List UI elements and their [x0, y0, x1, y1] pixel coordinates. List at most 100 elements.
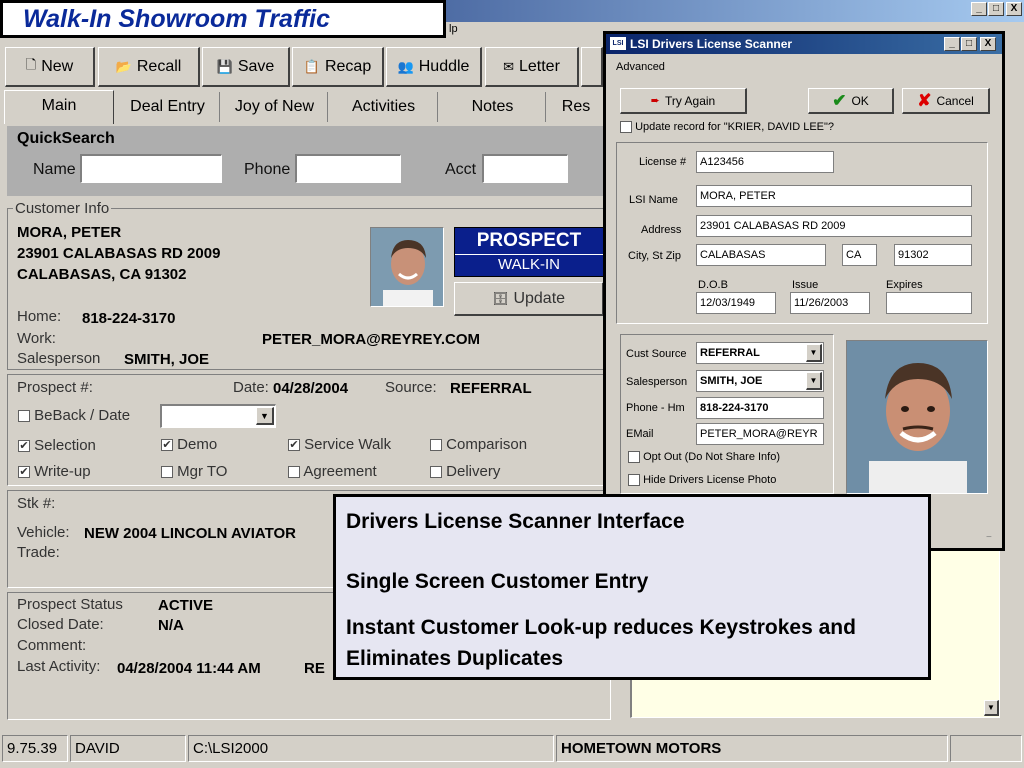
dropdown-arrow-icon[interactable]: ▼	[256, 407, 274, 425]
maximize-button[interactable]: □	[988, 2, 1004, 16]
tab-main[interactable]: Main	[4, 90, 114, 124]
check-agreement[interactable]: Agreement	[288, 463, 377, 480]
dialog-phone-label: Phone - Hm	[626, 402, 685, 414]
cancel-button[interactable]: ✘ Cancel	[902, 88, 990, 114]
beback-checkbox[interactable]: BeBack / Date	[18, 407, 130, 424]
hide-photo-checkbox[interactable]: Hide Drivers License Photo	[628, 474, 776, 487]
letter-button[interactable]: ✉ Letter	[485, 47, 579, 87]
closed-date-label: Closed Date:	[17, 616, 104, 633]
prospect-status-value: ACTIVE	[158, 597, 214, 614]
state-input[interactable]: CA	[842, 244, 877, 266]
tab-notes[interactable]: Notes	[440, 92, 546, 122]
issue-label: Issue	[792, 279, 819, 291]
recap-button[interactable]: 📋 Recap	[292, 47, 384, 87]
ok-button[interactable]: ✔ OK	[808, 88, 894, 114]
resize-grip-icon[interactable]: −	[986, 532, 1000, 546]
feature-callout: Drivers License Scanner Interface Single…	[333, 494, 931, 680]
callout-line-1: Drivers License Scanner Interface	[346, 510, 685, 533]
salesperson-label: Salesperson	[17, 350, 101, 367]
try-again-button[interactable]: ➨ Try Again	[620, 88, 747, 114]
date-label: Date:	[233, 379, 269, 396]
tab-joy-of-new[interactable]: Joy of New	[222, 92, 328, 122]
dialog-email-label: EMail	[626, 428, 654, 440]
dob-input[interactable]: 12/03/1949	[696, 292, 776, 314]
dialog-email-input[interactable]: PETER_MORA@REYR	[696, 423, 824, 445]
city-input[interactable]: CALABASAS	[696, 244, 826, 266]
stk-label: Stk #:	[17, 495, 56, 512]
customer-address2: CALABASAS, CA 91302	[17, 266, 187, 283]
acct-label: Acct	[445, 161, 477, 178]
tab-deal-entry[interactable]: Deal Entry	[116, 92, 220, 122]
dialog-phone-input[interactable]: 818-224-3170	[696, 397, 824, 419]
cust-source-label: Cust Source	[626, 348, 687, 360]
dob-label: D.O.B	[698, 279, 728, 291]
dialog-maximize-button[interactable]: □	[961, 37, 977, 51]
acct-input[interactable]	[482, 154, 568, 183]
dialog-minimize-button[interactable]: _	[944, 37, 960, 51]
dialog-close-button[interactable]: X	[980, 37, 996, 51]
check-comparison[interactable]: Comparison	[430, 436, 527, 453]
huddle-button[interactable]: 👥 Huddle	[386, 47, 482, 87]
name-input[interactable]	[80, 154, 222, 183]
customer-info-legend: Customer Info	[13, 200, 112, 217]
prospect-number-label: Prospect #:	[17, 379, 93, 396]
dialog-menu-advanced[interactable]: Advanced	[616, 61, 665, 73]
check-write-up[interactable]: ✔ Write-up	[18, 463, 91, 480]
check-service-walk[interactable]: ✔ Service Walk	[288, 436, 391, 453]
try-again-icon: ➨	[650, 95, 660, 107]
dropdown-arrow-icon[interactable]: ▼	[806, 344, 822, 362]
cust-source-select[interactable]: REFERRAL ▼	[696, 342, 824, 364]
update-icon: 🗄	[491, 290, 509, 306]
lsi-name-input[interactable]: MORA, PETER	[696, 185, 972, 207]
check-selection[interactable]: ✔ Selection	[18, 437, 96, 454]
last-activity-label: Last Activity:	[17, 658, 101, 675]
update-button[interactable]: 🗄 Update	[454, 282, 604, 316]
tab-res[interactable]: Res	[548, 92, 604, 122]
slide-title: Walk-In Showroom Traffic	[0, 0, 446, 38]
status-user: DAVID	[70, 735, 186, 762]
zip-input[interactable]: 91302	[894, 244, 972, 266]
check-mgr-to[interactable]: Mgr TO	[161, 463, 227, 480]
license-scanner-dialog: LSI Drivers License Scanner LSI _ □ X Ad…	[603, 31, 1005, 551]
closed-date-value: N/A	[158, 617, 184, 634]
customer-name: MORA, PETER	[17, 224, 122, 241]
issue-input[interactable]: 11/26/2003	[790, 292, 870, 314]
work-label: Work:	[17, 330, 56, 347]
minimize-button[interactable]: _	[971, 2, 987, 16]
new-document-icon: 🗋	[25, 56, 37, 72]
check-demo[interactable]: ✔ Demo	[161, 436, 217, 453]
status-version: 9.75.39	[2, 735, 68, 762]
opt-out-checkbox[interactable]: Opt Out (Do Not Share Info)	[628, 451, 780, 464]
beback-date-select[interactable]: ▼	[160, 404, 276, 428]
dialog-salesperson-select[interactable]: SMITH, JOE ▼	[696, 370, 824, 392]
expires-input[interactable]	[886, 292, 972, 314]
phone-input[interactable]	[295, 154, 401, 183]
scroll-down-arrow-icon[interactable]: ▼	[984, 700, 999, 716]
menu-item-help-fragment[interactable]: lp	[449, 23, 458, 35]
close-button[interactable]: X	[1006, 2, 1022, 16]
license-input[interactable]: A123456	[696, 151, 834, 173]
check-delivery[interactable]: Delivery	[430, 463, 500, 480]
callout-line-2: Single Screen Customer Entry	[346, 570, 649, 593]
new-button[interactable]: 🗋 New	[5, 47, 95, 87]
dropdown-arrow-icon[interactable]: ▼	[806, 372, 822, 390]
lsi-app-icon: LSI	[610, 37, 626, 50]
source-label: Source:	[385, 379, 437, 396]
status-dealer: HOMETOWN MOTORS	[556, 735, 948, 762]
beback-check[interactable]	[18, 410, 30, 423]
recall-button[interactable]: 📂 Recall	[98, 47, 200, 87]
update-record-checkbox[interactable]: Update record for "KRIER, DAVID LEE"?	[620, 121, 834, 134]
dialog-salesperson-label: Salesperson	[626, 376, 688, 388]
home-phone: 818-224-3170	[82, 310, 176, 327]
dialog-titlebar: LSI Drivers License Scanner	[606, 34, 1002, 54]
prospect-badge: PROSPECT WALK-IN	[454, 227, 604, 277]
phone-label: Phone	[244, 161, 291, 178]
toolbar-button-hidden[interactable]	[581, 47, 603, 87]
expires-label: Expires	[886, 279, 923, 291]
address-input[interactable]: 23901 CALABASAS RD 2009	[696, 215, 972, 237]
save-button[interactable]: 💾 Save	[202, 47, 290, 87]
tab-activities[interactable]: Activities	[330, 92, 438, 122]
callout-line-3: Instant Customer Look-up reduces Keystro…	[346, 616, 856, 670]
city-label: City, St Zip	[628, 250, 681, 262]
vehicle-value: NEW 2004 LINCOLN AVIATOR	[84, 525, 296, 542]
